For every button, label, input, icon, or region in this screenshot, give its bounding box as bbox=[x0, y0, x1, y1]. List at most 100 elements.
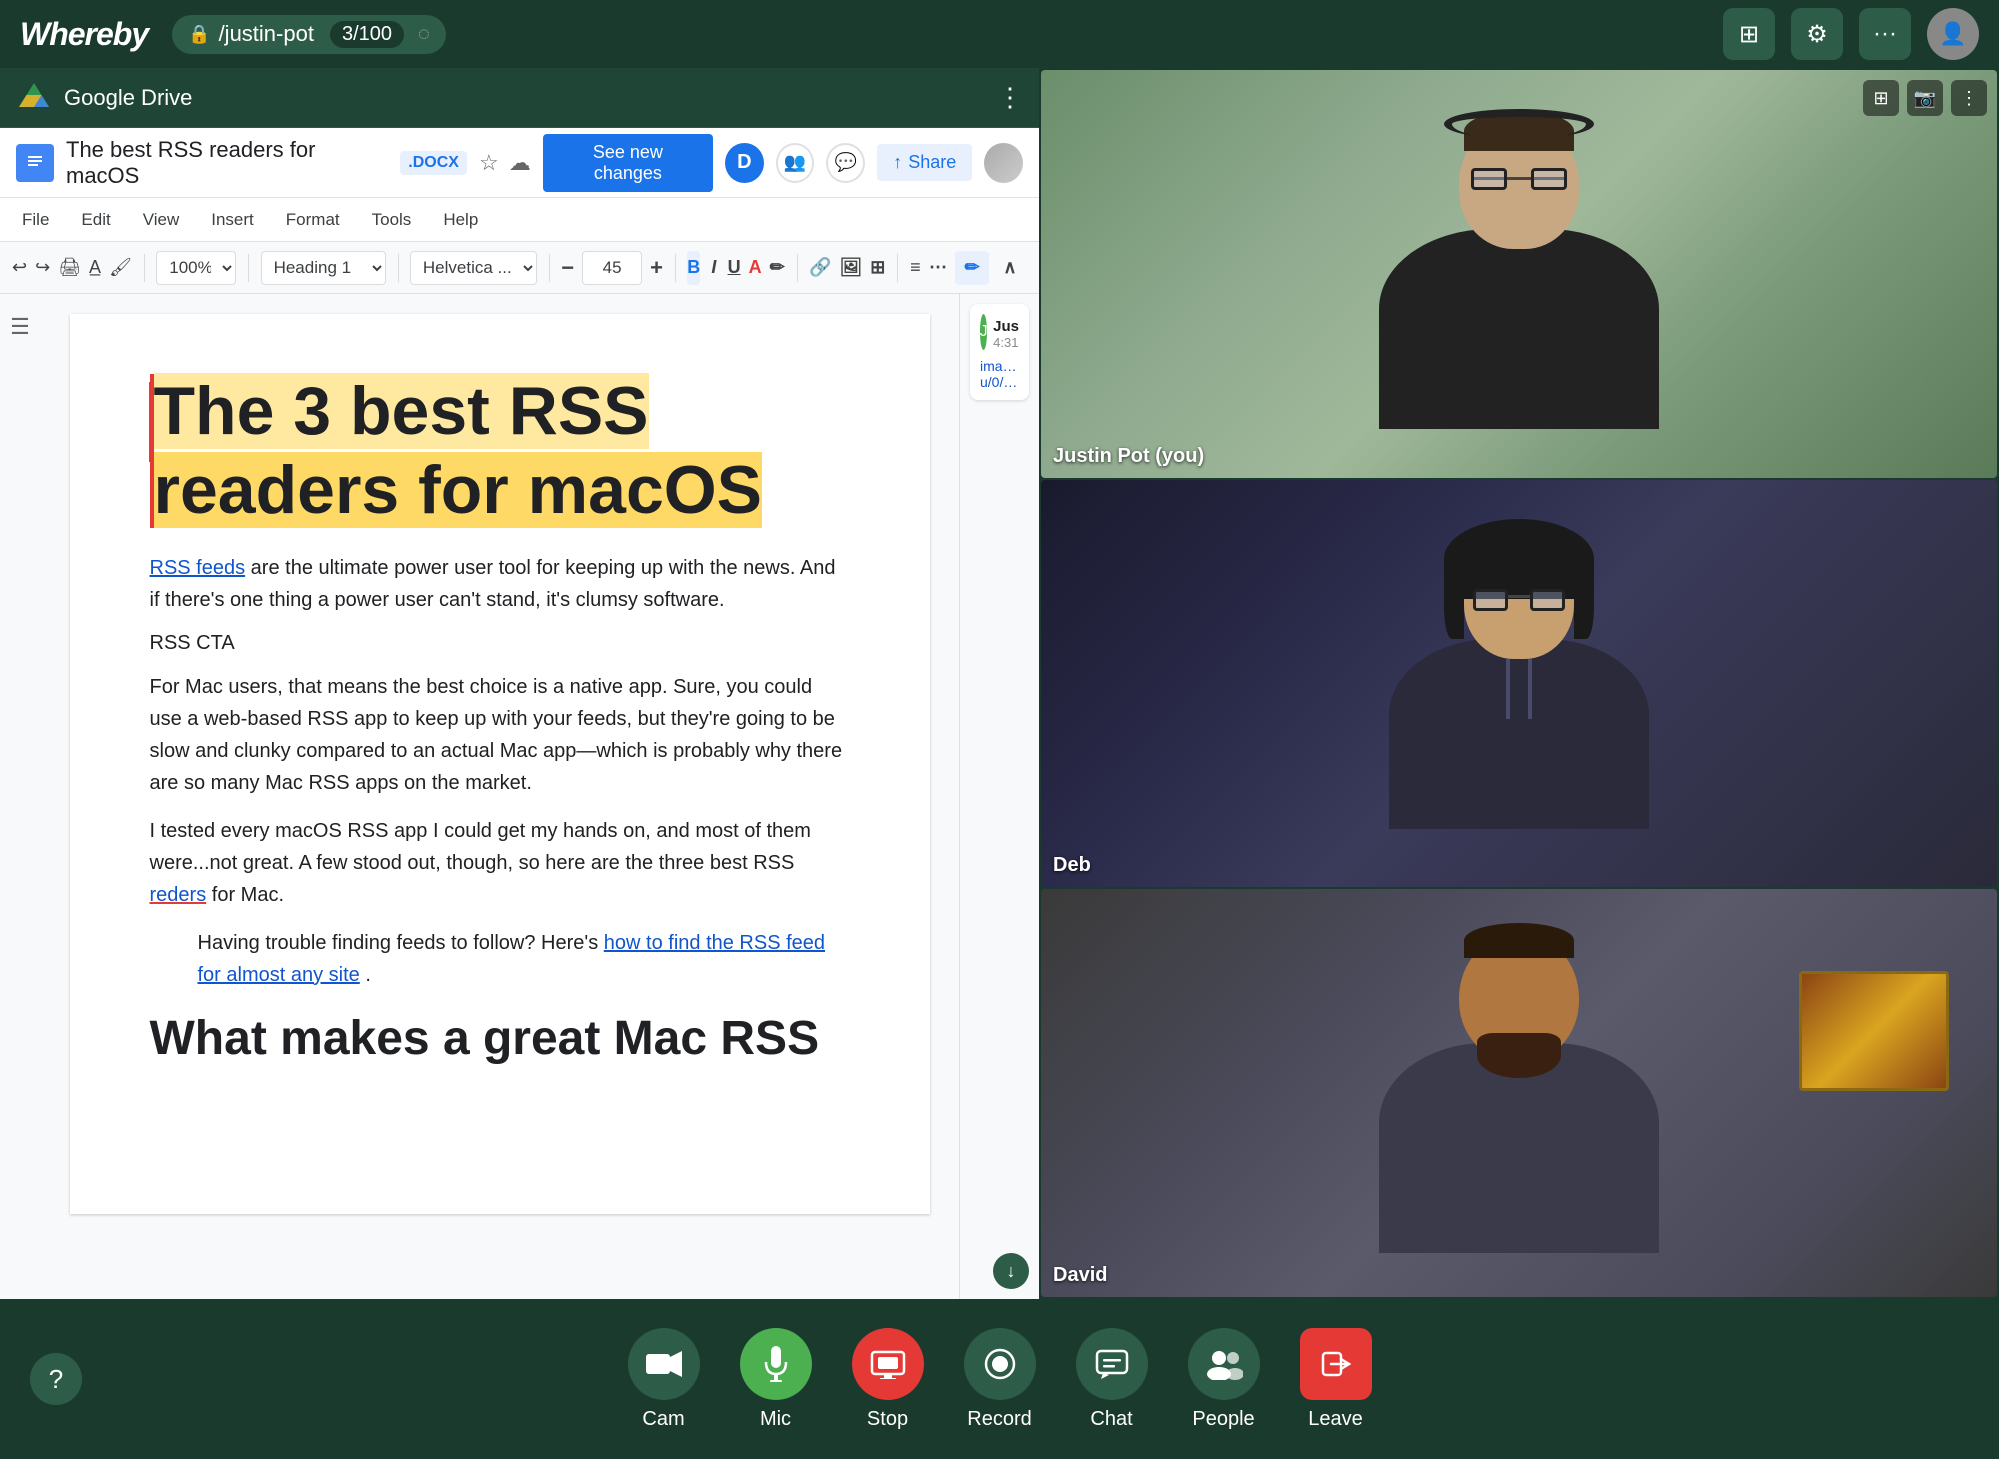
image-button[interactable]: 🖼 bbox=[839, 251, 862, 285]
gdrive-bar: Google Drive ⋮ bbox=[0, 68, 1039, 128]
top-bar-right: ⊞ ⚙ ··· 👤 bbox=[1723, 8, 1979, 60]
right-panel: ⊞ 📷 ⋮ Justin Pot (you) bbox=[1039, 68, 1999, 1299]
more-video-icon[interactable]: ⋮ bbox=[1951, 80, 1987, 116]
pencil-mode-button[interactable]: ✏ bbox=[955, 251, 989, 285]
paint-format-button[interactable]: 🖌 bbox=[109, 251, 132, 285]
text-color-button[interactable]: A bbox=[749, 251, 762, 285]
bold-button[interactable]: B bbox=[687, 251, 700, 285]
blockquote-pre: Having trouble finding feeds to follow? … bbox=[198, 932, 604, 954]
cam-button[interactable]: Cam bbox=[608, 1316, 720, 1443]
people-button[interactable]: People bbox=[1168, 1316, 1280, 1443]
doc-blockquote: Having trouble finding feeds to follow? … bbox=[198, 927, 850, 991]
settings-button[interactable]: ⚙ bbox=[1791, 8, 1843, 60]
alignment-button[interactable]: ≡ bbox=[910, 251, 921, 285]
spellcheck-button[interactable]: A̲ bbox=[89, 251, 101, 285]
undo-button[interactable]: ↩ bbox=[12, 251, 27, 285]
whereby-logo: Whereby bbox=[20, 16, 148, 53]
leave-button[interactable]: Leave bbox=[1280, 1316, 1392, 1443]
font-select[interactable]: Helvetica ... Arial bbox=[410, 251, 537, 285]
stop-label: Stop bbox=[867, 1408, 908, 1431]
chat-message: J Jus 4:31 images: ht u/0/folders/Muc5uN… bbox=[970, 304, 1029, 400]
cam-label: Cam bbox=[642, 1408, 684, 1431]
docs-title-right: See new changes D 👥 💬 ↑ Share bbox=[543, 134, 1023, 192]
camera-off-icon[interactable]: 📷 bbox=[1907, 80, 1943, 116]
reders-link[interactable]: reders bbox=[150, 884, 207, 906]
share-button[interactable]: ↑ Share bbox=[877, 144, 972, 181]
underline-button[interactable]: U bbox=[728, 251, 741, 285]
font-size-input[interactable] bbox=[582, 251, 642, 285]
main-area: Google Drive ⋮ The best RSS readers for … bbox=[0, 68, 1999, 1299]
link-button[interactable]: 🔗 bbox=[809, 251, 831, 285]
refresh-icon[interactable]: ◌ bbox=[418, 23, 430, 46]
gdrive-menu-dots[interactable]: ⋮ bbox=[997, 82, 1023, 113]
people-icon bbox=[1188, 1328, 1260, 1400]
menu-edit[interactable]: Edit bbox=[75, 206, 116, 234]
video-tile-deb: Deb bbox=[1041, 480, 1997, 888]
cloud-icon[interactable]: ☁ bbox=[509, 150, 531, 176]
video-grid: ⊞ 📷 ⋮ Justin Pot (you) bbox=[1039, 68, 1999, 1299]
user-docs-avatar bbox=[984, 143, 1023, 183]
collapse-toolbar-button[interactable]: ∧ bbox=[993, 251, 1027, 285]
doc-para3: I tested every macOS RSS app I could get… bbox=[150, 815, 850, 911]
heading-style-select[interactable]: Heading 1 Heading 2 Normal text bbox=[261, 251, 386, 285]
gdrive-label: Google Drive bbox=[64, 85, 192, 111]
font-size-decrease-button[interactable]: − bbox=[561, 251, 574, 285]
collaborator-d-avatar: D bbox=[725, 143, 764, 183]
table-button[interactable]: ⊞ bbox=[870, 251, 885, 285]
leave-label: Leave bbox=[1308, 1408, 1363, 1431]
menu-help[interactable]: Help bbox=[437, 206, 484, 234]
rss-feeds-link[interactable]: RSS feeds bbox=[150, 557, 246, 579]
chat-button[interactable]: Chat bbox=[1056, 1316, 1168, 1443]
star-icon[interactable]: ☆ bbox=[479, 150, 499, 176]
chat-link[interactable]: u/0/folders/Muc5uNQU bbox=[980, 374, 1019, 390]
scroll-down-button[interactable]: ↓ bbox=[993, 1253, 1029, 1289]
docs-doc-icon bbox=[16, 144, 54, 182]
print-button[interactable]: 🖨 bbox=[58, 251, 81, 285]
url-path: /justin-pot bbox=[219, 21, 314, 47]
cam-icon bbox=[628, 1328, 700, 1400]
menu-file[interactable]: File bbox=[16, 206, 55, 234]
url-pill[interactable]: 🔒 /justin-pot 3/100 ◌ bbox=[172, 15, 446, 54]
redo-button[interactable]: ↪ bbox=[35, 251, 50, 285]
grid-view-button[interactable]: ⊞ bbox=[1723, 8, 1775, 60]
italic-button[interactable]: I bbox=[708, 251, 719, 285]
video-tile-david: David bbox=[1041, 889, 1997, 1297]
stop-button[interactable]: Stop bbox=[832, 1316, 944, 1443]
top-bar: Whereby 🔒 /justin-pot 3/100 ◌ ⊞ ⚙ ··· 👤 bbox=[0, 0, 1999, 68]
docs-menu-bar: File Edit View Insert Format Tools Help bbox=[0, 198, 1039, 242]
doc-h1-line2: readers for macOS bbox=[154, 452, 763, 528]
menu-view[interactable]: View bbox=[137, 206, 186, 234]
docs-toolbar: ↩ ↪ 🖨 A̲ 🖌 100% 75% 125% Heading 1 Headi… bbox=[0, 242, 1039, 294]
help-button[interactable]: ? bbox=[30, 1353, 82, 1405]
docx-badge: .DOCX bbox=[400, 151, 467, 175]
collab-icon[interactable]: 👥 bbox=[776, 143, 815, 183]
more-toolbar-button[interactable]: ⋯ bbox=[929, 251, 947, 285]
mic-button[interactable]: Mic bbox=[720, 1316, 832, 1443]
docs-page-area[interactable]: The 3 best RSS readers for macOS RSS fee… bbox=[40, 294, 959, 1299]
outline-toggle[interactable]: ☰ bbox=[0, 294, 40, 1299]
mic-icon bbox=[740, 1328, 812, 1400]
docs-title-text: The best RSS readers for macOS bbox=[66, 137, 388, 189]
menu-tools[interactable]: Tools bbox=[366, 206, 418, 234]
docs-frame: The best RSS readers for macOS .DOCX ☆ ☁… bbox=[0, 128, 1039, 1299]
url-counter: 3/100 bbox=[330, 21, 404, 48]
doc-h2-partial: What makes a great Mac RSS bbox=[150, 1011, 850, 1066]
record-button[interactable]: Record bbox=[944, 1316, 1056, 1443]
justin-video-controls: ⊞ 📷 ⋮ bbox=[1863, 80, 1987, 116]
menu-insert[interactable]: Insert bbox=[205, 206, 260, 234]
chat-username: Jus bbox=[993, 318, 1019, 335]
rss-cta: RSS CTA bbox=[150, 632, 850, 655]
chat-message-link[interactable]: u/0/folders/Muc5uNQU bbox=[980, 374, 1019, 390]
see-new-changes-button[interactable]: See new changes bbox=[543, 134, 713, 192]
doc-para3-pre: I tested every macOS RSS app I could get… bbox=[150, 820, 811, 874]
zoom-select[interactable]: 100% 75% 125% bbox=[156, 251, 236, 285]
font-size-increase-button[interactable]: + bbox=[650, 251, 663, 285]
chat-time: 4:31 bbox=[993, 335, 1019, 350]
highlight-button[interactable]: ✏ bbox=[770, 251, 785, 285]
grid-icon[interactable]: ⊞ bbox=[1863, 80, 1899, 116]
more-options-button[interactable]: ··· bbox=[1859, 8, 1911, 60]
comment-icon[interactable]: 💬 bbox=[826, 143, 865, 183]
user-avatar[interactable]: 👤 bbox=[1927, 8, 1979, 60]
menu-format[interactable]: Format bbox=[280, 206, 346, 234]
mic-label: Mic bbox=[760, 1408, 791, 1431]
